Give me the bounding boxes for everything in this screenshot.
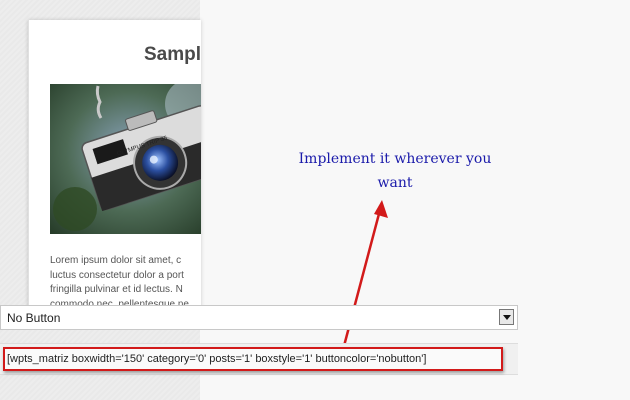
post-excerpt: Lorem ipsum dolor sit amet, c luctus con… <box>50 254 201 312</box>
chevron-down-icon[interactable] <box>499 309 514 325</box>
button-style-select[interactable]: No Button <box>0 305 518 330</box>
annotation-note: Implement it wherever you want <box>290 147 500 195</box>
workspace-background <box>200 0 630 400</box>
post-title: Sampl <box>144 44 201 65</box>
shortcode-output[interactable]: [wpts_matriz boxwidth='150' category='0'… <box>3 347 503 371</box>
excerpt-line: luctus consectetur dolor a port <box>50 269 184 281</box>
post-preview-card: Sampl OLYMPUS TRIP 35 Lorem ipsum dolor … <box>28 20 201 320</box>
excerpt-line: fringilla pulvinar et id lectus. N <box>50 284 183 295</box>
shortcode-row: [wpts_matriz boxwidth='150' category='0'… <box>0 343 518 375</box>
select-value: No Button <box>7 311 61 325</box>
excerpt-line: Lorem ipsum dolor sit amet, c <box>50 255 182 266</box>
annotation-line-1: Implement it wherever you <box>298 151 492 167</box>
camera-photo: OLYMPUS TRIP 35 <box>50 84 201 234</box>
